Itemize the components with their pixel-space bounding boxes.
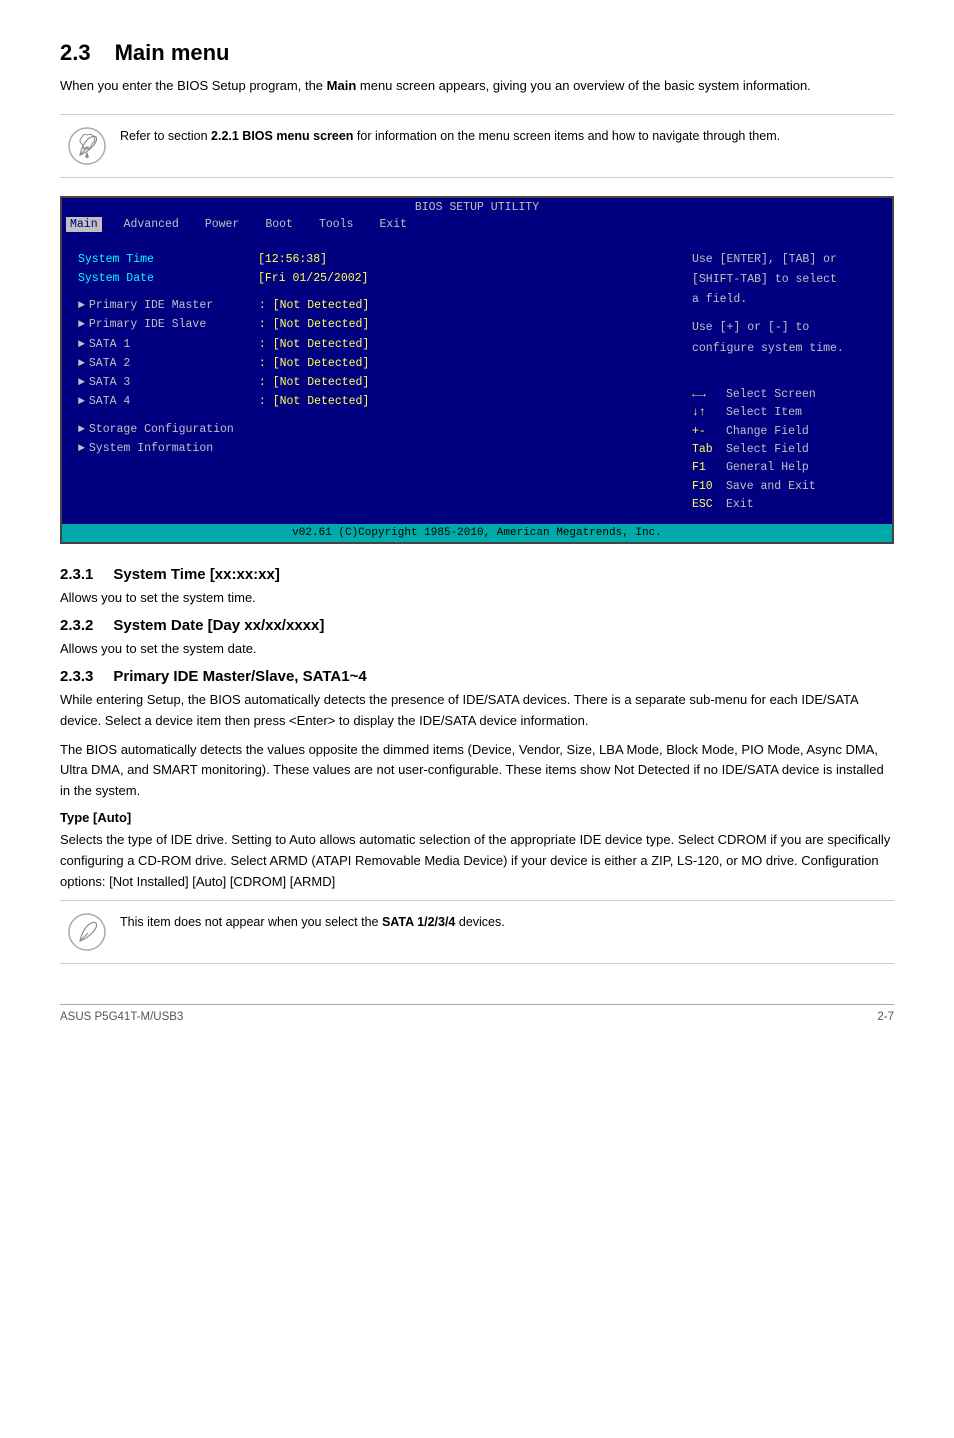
bios-help-3: a field.	[692, 291, 876, 308]
sub233-body1: While entering Setup, the BIOS automatic…	[60, 690, 894, 732]
bios-right-panel: Use [ENTER], [TAB] or [SHIFT-TAB] to sel…	[684, 239, 884, 519]
bios-nav-table: ←→Select Screen ↓↑Select Item +-Change F…	[692, 386, 876, 515]
sub232-title: System Date [Day xx/xx/xxxx]	[113, 617, 324, 634]
bios-left-panel: System Time [12:56:38] System Date [Fri …	[70, 239, 674, 519]
bios-device-primary-ide-slave: ► Primary IDE Slave : [Not Detected]	[78, 316, 666, 333]
system-time-value: [12:56:38]	[258, 251, 327, 268]
bios-title-bar: BIOS SETUP UTILITY	[62, 198, 892, 216]
page-footer: ASUS P5G41T-M/USB3 2-7	[60, 1004, 894, 1023]
sub231-number: 2.3.1	[60, 566, 93, 583]
system-date-label: System Date	[78, 270, 258, 287]
bios-system-info: ► System Information	[78, 440, 666, 457]
sub233-number: 2.3.3	[60, 668, 93, 685]
type-auto-heading: Type [Auto]	[60, 810, 894, 825]
page-title: Main menu	[115, 40, 230, 66]
intro-text: When you enter the BIOS Setup program, t…	[60, 76, 894, 96]
bios-device-sata1: ► SATA 1 : [Not Detected]	[78, 336, 666, 353]
note-icon-2	[68, 913, 106, 951]
bios-menu-power[interactable]: Power	[201, 217, 244, 232]
sub231-title: System Time [xx:xx:xx]	[113, 566, 279, 583]
bios-menu-bar: Main Advanced Power Boot Tools Exit	[62, 216, 892, 233]
bios-help-1: Use [ENTER], [TAB] or	[692, 251, 876, 268]
footer-right: 2-7	[877, 1011, 894, 1023]
bios-screen: BIOS SETUP UTILITY Main Advanced Power B…	[60, 196, 894, 545]
bios-help-4: Use [+] or [-] to	[692, 319, 876, 336]
note-box-2: This item does not appear when you selec…	[60, 900, 894, 964]
bios-device-primary-ide-master: ► Primary IDE Master : [Not Detected]	[78, 297, 666, 314]
bios-content: System Time [12:56:38] System Date [Fri …	[62, 233, 892, 525]
bios-device-sata4: ► SATA 4 : [Not Detected]	[78, 393, 666, 410]
type-auto-body: Selects the type of IDE drive. Setting t…	[60, 830, 894, 892]
bios-help-2: [SHIFT-TAB] to select	[692, 271, 876, 288]
sub233-body2: The BIOS automatically detects the value…	[60, 740, 894, 802]
section-number: 2.3	[60, 40, 91, 66]
system-date-value: [Fri 01/25/2002]	[258, 270, 368, 287]
note-text-2: This item does not appear when you selec…	[120, 913, 505, 932]
sub232-number: 2.3.2	[60, 617, 93, 634]
sub233-title: Primary IDE Master/Slave, SATA1~4	[113, 668, 366, 685]
bios-device-sata2: ► SATA 2 : [Not Detected]	[78, 355, 666, 372]
sub231-body: Allows you to set the system time.	[60, 588, 894, 609]
footer-left: ASUS P5G41T-M/USB3	[60, 1011, 183, 1023]
system-time-label: System Time	[78, 251, 258, 268]
note-icon	[68, 127, 106, 165]
bios-menu-boot[interactable]: Boot	[261, 217, 297, 232]
bios-storage-config: ► Storage Configuration	[78, 421, 666, 438]
bios-menu-main[interactable]: Main	[66, 217, 102, 232]
bios-help-5: configure system time.	[692, 340, 876, 357]
note-box-1: Refer to section 2.2.1 BIOS menu screen …	[60, 114, 894, 178]
bios-device-sata3: ► SATA 3 : [Not Detected]	[78, 374, 666, 391]
bios-menu-tools[interactable]: Tools	[315, 217, 358, 232]
bios-menu-advanced[interactable]: Advanced	[120, 217, 183, 232]
sub232-body: Allows you to set the system date.	[60, 639, 894, 660]
note-text-1: Refer to section 2.2.1 BIOS menu screen …	[120, 127, 780, 146]
bios-footer: v02.61 (C)Copyright 1985-2010, American …	[62, 524, 892, 542]
bios-menu-exit[interactable]: Exit	[375, 217, 411, 232]
